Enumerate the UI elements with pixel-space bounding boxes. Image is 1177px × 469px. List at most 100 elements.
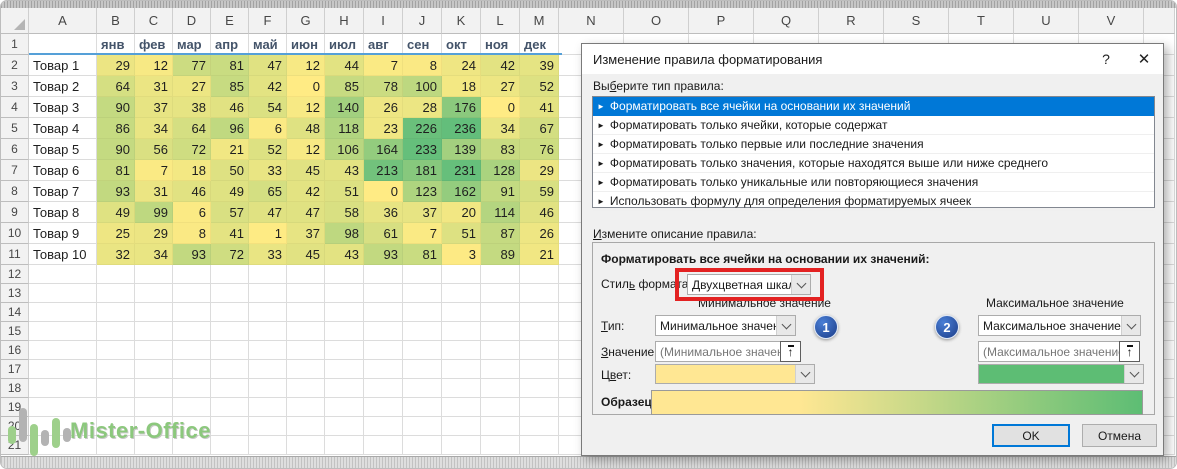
rule-type-item-2[interactable]: ►Форматировать только ячейки, которые со… xyxy=(593,116,1154,135)
empty-cell[interactable] xyxy=(287,265,325,284)
data-cell[interactable]: 81 xyxy=(211,55,249,76)
empty-cell[interactable] xyxy=(173,379,211,398)
data-cell[interactable]: 93 xyxy=(173,244,211,265)
data-cell[interactable]: 45 xyxy=(287,160,325,181)
empty-cell[interactable] xyxy=(403,265,442,284)
product-label-cell[interactable]: Товар 1 xyxy=(29,55,97,76)
data-cell[interactable]: 51 xyxy=(325,181,364,202)
data-cell[interactable]: 231 xyxy=(442,160,481,181)
column-header-E[interactable]: E xyxy=(211,8,249,34)
empty-cell[interactable] xyxy=(135,341,173,360)
column-header-R[interactable]: R xyxy=(819,8,884,34)
data-cell[interactable]: 233 xyxy=(403,139,442,160)
data-cell[interactable]: 47 xyxy=(249,55,287,76)
month-header-cell[interactable]: янв xyxy=(97,34,135,55)
data-cell[interactable]: 162 xyxy=(442,181,481,202)
product-label-cell[interactable]: Товар 6 xyxy=(29,160,97,181)
data-cell[interactable]: 27 xyxy=(173,76,211,97)
data-cell[interactable]: 24 xyxy=(442,55,481,76)
empty-cell[interactable] xyxy=(249,436,287,455)
collapse-dialog-icon[interactable]: ↑ xyxy=(780,341,801,362)
empty-cell[interactable] xyxy=(403,303,442,322)
data-cell[interactable]: 47 xyxy=(249,202,287,223)
row-header-18[interactable]: 18 xyxy=(1,379,29,398)
empty-cell[interactable] xyxy=(249,341,287,360)
empty-cell[interactable] xyxy=(211,303,249,322)
row-header-10[interactable]: 10 xyxy=(1,223,29,244)
data-cell[interactable]: 99 xyxy=(135,202,173,223)
empty-cell[interactable] xyxy=(442,436,481,455)
column-header-F[interactable]: F xyxy=(249,8,287,34)
collapse-dialog-icon[interactable]: ↑ xyxy=(1119,341,1140,362)
data-cell[interactable]: 7 xyxy=(364,55,403,76)
empty-cell[interactable] xyxy=(97,360,135,379)
empty-cell[interactable] xyxy=(29,265,97,284)
empty-cell[interactable] xyxy=(481,284,520,303)
rule-type-item-1[interactable]: ►Форматировать все ячейки на основании и… xyxy=(593,97,1154,116)
data-cell[interactable]: 42 xyxy=(481,55,520,76)
empty-cell[interactable] xyxy=(173,341,211,360)
data-cell[interactable]: 31 xyxy=(135,181,173,202)
select-all-corner[interactable] xyxy=(1,8,29,34)
empty-cell[interactable] xyxy=(287,379,325,398)
row-header-8[interactable]: 8 xyxy=(1,181,29,202)
empty-cell[interactable] xyxy=(211,341,249,360)
row-header-11[interactable]: 11 xyxy=(1,244,29,265)
data-cell[interactable]: 0 xyxy=(287,76,325,97)
product-label-cell[interactable]: Товар 2 xyxy=(29,76,97,97)
rule-type-listbox[interactable]: ►Форматировать все ячейки на основании и… xyxy=(592,96,1155,208)
data-cell[interactable]: 106 xyxy=(325,139,364,160)
empty-cell[interactable] xyxy=(249,398,287,417)
data-cell[interactable]: 57 xyxy=(211,202,249,223)
rule-type-item-6[interactable]: ►Использовать формулу для определения фо… xyxy=(593,192,1154,211)
empty-cell[interactable] xyxy=(364,303,403,322)
empty-cell[interactable] xyxy=(211,322,249,341)
column-header-Q[interactable]: Q xyxy=(754,8,819,34)
data-cell[interactable]: 114 xyxy=(481,202,520,223)
column-header-C[interactable]: C xyxy=(135,8,173,34)
data-cell[interactable]: 39 xyxy=(520,55,559,76)
data-cell[interactable]: 64 xyxy=(97,76,135,97)
empty-cell[interactable] xyxy=(325,379,364,398)
data-cell[interactable]: 64 xyxy=(173,118,211,139)
empty-cell[interactable] xyxy=(29,341,97,360)
data-cell[interactable]: 98 xyxy=(325,223,364,244)
column-header-I[interactable]: I xyxy=(364,8,403,34)
data-cell[interactable]: 27 xyxy=(481,76,520,97)
data-cell[interactable]: 33 xyxy=(249,244,287,265)
data-cell[interactable]: 33 xyxy=(249,160,287,181)
data-cell[interactable]: 26 xyxy=(520,223,559,244)
empty-cell[interactable] xyxy=(481,436,520,455)
empty-cell[interactable] xyxy=(403,417,442,436)
empty-cell[interactable] xyxy=(520,360,559,379)
data-cell[interactable]: 23 xyxy=(364,118,403,139)
data-cell[interactable]: 226 xyxy=(403,118,442,139)
data-cell[interactable]: 164 xyxy=(364,139,403,160)
product-label-cell[interactable]: Товар 3 xyxy=(29,97,97,118)
empty-cell[interactable] xyxy=(249,303,287,322)
product-label-cell[interactable]: Товар 10 xyxy=(29,244,97,265)
data-cell[interactable]: 77 xyxy=(173,55,211,76)
data-cell[interactable]: 18 xyxy=(173,160,211,181)
column-header-partial[interactable] xyxy=(1144,8,1175,34)
data-cell[interactable]: 46 xyxy=(520,202,559,223)
row-header-12[interactable]: 12 xyxy=(1,265,29,284)
empty-cell[interactable] xyxy=(403,379,442,398)
data-cell[interactable]: 236 xyxy=(442,118,481,139)
empty-cell[interactable] xyxy=(481,322,520,341)
max-type-dropdown[interactable]: Максимальное значение xyxy=(978,315,1141,336)
empty-cell[interactable] xyxy=(287,303,325,322)
empty-cell[interactable] xyxy=(325,360,364,379)
empty-cell[interactable] xyxy=(29,379,97,398)
empty-cell[interactable] xyxy=(442,265,481,284)
column-header-P[interactable]: P xyxy=(689,8,754,34)
empty-cell[interactable] xyxy=(249,284,287,303)
data-cell[interactable]: 29 xyxy=(520,160,559,181)
data-cell[interactable]: 34 xyxy=(135,244,173,265)
rule-type-item-5[interactable]: ►Форматировать только уникальные или пов… xyxy=(593,173,1154,192)
empty-cell[interactable] xyxy=(520,303,559,322)
column-header-M[interactable]: M xyxy=(520,8,559,34)
data-cell[interactable]: 72 xyxy=(173,139,211,160)
empty-cell[interactable] xyxy=(403,360,442,379)
empty-cell[interactable] xyxy=(249,265,287,284)
